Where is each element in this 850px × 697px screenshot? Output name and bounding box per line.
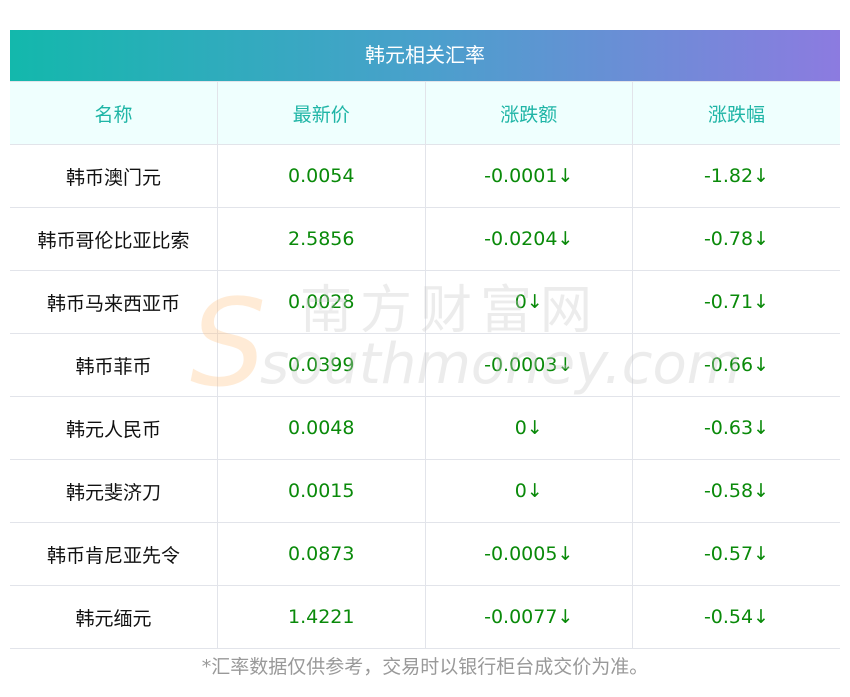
cell-change-pct: -0.66↓ <box>632 333 840 397</box>
cell-change: -0.0001↓ <box>424 144 633 208</box>
cell-name: 韩币澳门元 <box>10 144 218 208</box>
cell-change: -0.0003↓ <box>424 333 633 397</box>
cell-change-pct: -0.63↓ <box>632 396 840 460</box>
table-row: 韩币澳门元 0.0054 -0.0001↓ -1.82↓ <box>10 144 840 208</box>
cell-change-pct: -0.71↓ <box>632 270 840 334</box>
table-row: 韩元斐济刀 0.0015 0↓ -0.58↓ <box>10 459 840 523</box>
cell-change: -0.0077↓ <box>424 585 633 649</box>
cell-name: 韩币马来西亚币 <box>10 270 218 334</box>
cell-name: 韩元斐济刀 <box>10 459 218 523</box>
rate-table-panel: 韩元相关汇率 名称 最新价 涨跌额 涨跌幅 韩币澳门元 0.0054 -0.0001… <box>10 30 840 649</box>
cell-name: 韩币肯尼亚先令 <box>10 522 218 586</box>
cell-price: 0.0028 <box>217 270 426 334</box>
cell-name: 韩元缅元 <box>10 585 218 649</box>
cell-name: 韩币哥伦比亚比索 <box>10 207 218 271</box>
table-row: 韩币哥伦比亚比索 2.5856 -0.0204↓ -0.78↓ <box>10 207 840 271</box>
table-title: 韩元相关汇率 <box>10 30 840 81</box>
rate-table: 名称 最新价 涨跌额 涨跌幅 韩币澳门元 0.0054 -0.0001↓ -1.82↓… <box>10 81 840 649</box>
cell-change-pct: -1.82↓ <box>632 144 840 208</box>
cell-price: 0.0015 <box>217 459 426 523</box>
col-name: 名称 <box>10 81 218 145</box>
cell-change: -0.0204↓ <box>424 207 633 271</box>
cell-price: 0.0054 <box>217 144 426 208</box>
cell-price: 0.0873 <box>217 522 426 586</box>
table-row: 韩元缅元 1.4221 -0.0077↓ -0.54↓ <box>10 585 840 649</box>
table-row: 韩元人民币 0.0048 0↓ -0.63↓ <box>10 396 840 460</box>
cell-price: 0.0399 <box>217 333 426 397</box>
footnote: *汇率数据仅供参考，交易时以银行柜台成交价为准。 <box>201 656 649 678</box>
header-row: 名称 最新价 涨跌额 涨跌幅 <box>10 81 840 145</box>
cell-change-pct: -0.78↓ <box>632 207 840 271</box>
col-change-pct: 涨跌幅 <box>632 81 840 145</box>
col-price: 最新价 <box>217 81 426 145</box>
cell-change: 0↓ <box>424 459 633 523</box>
table-row: 韩币菲币 0.0399 -0.0003↓ -0.66↓ <box>10 333 840 397</box>
cell-price: 0.0048 <box>217 396 426 460</box>
cell-name: 韩元人民币 <box>10 396 218 460</box>
cell-name: 韩币菲币 <box>10 333 218 397</box>
cell-price: 1.4221 <box>217 585 426 649</box>
table-row: 韩币马来西亚币 0.0028 0↓ -0.71↓ <box>10 270 840 334</box>
cell-change-pct: -0.54↓ <box>632 585 840 649</box>
cell-price: 2.5856 <box>217 207 426 271</box>
cell-change: 0↓ <box>424 270 633 334</box>
cell-change-pct: -0.57↓ <box>632 522 840 586</box>
col-change: 涨跌额 <box>424 81 633 145</box>
table-row: 韩币肯尼亚先令 0.0873 -0.0005↓ -0.57↓ <box>10 522 840 586</box>
cell-change: 0↓ <box>424 396 633 460</box>
cell-change: -0.0005↓ <box>424 522 633 586</box>
cell-change-pct: -0.58↓ <box>632 459 840 523</box>
